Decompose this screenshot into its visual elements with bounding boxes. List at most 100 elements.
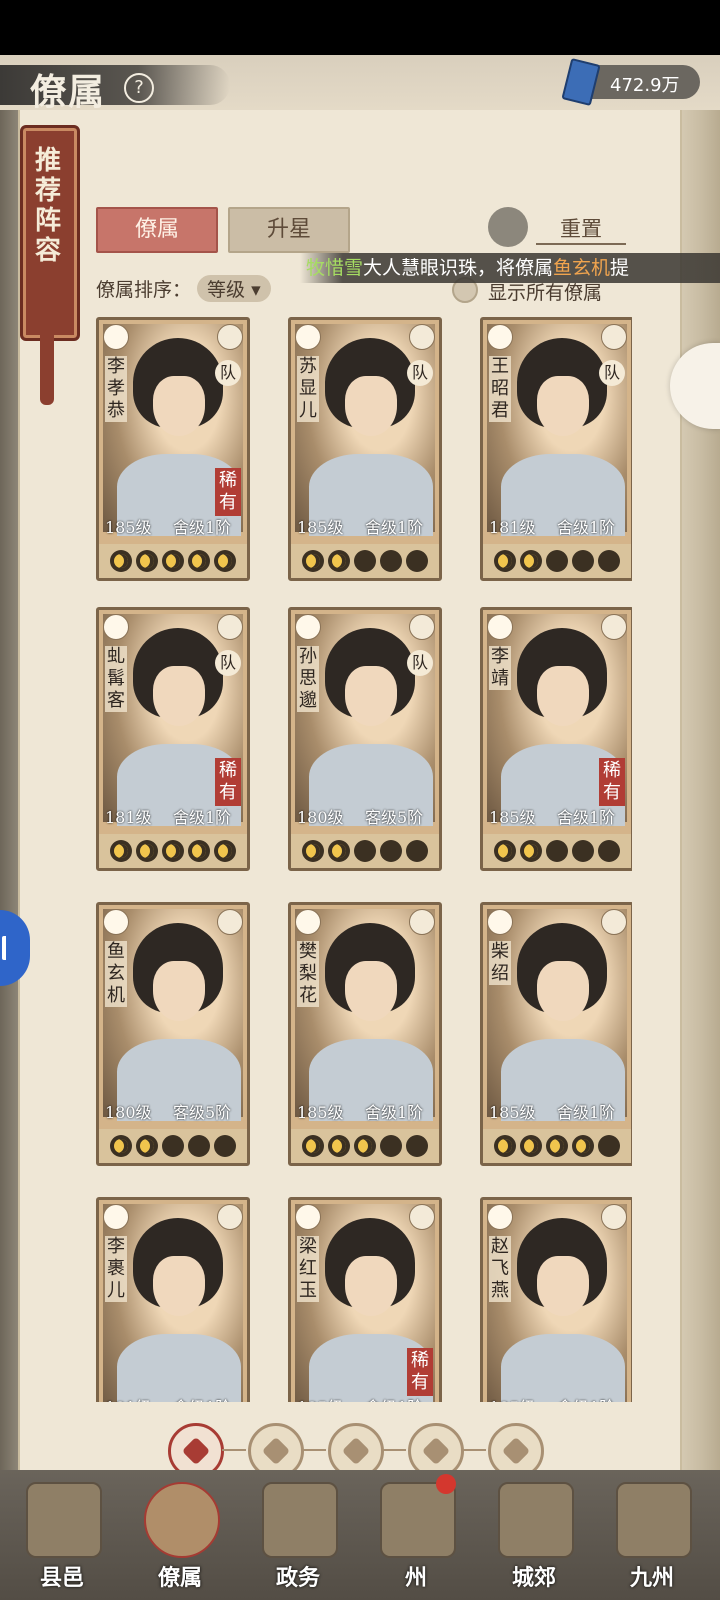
notice-text-end: 提 xyxy=(610,257,630,279)
tassel-decoration xyxy=(40,335,54,405)
moon-star-icon xyxy=(406,1135,428,1157)
nav-item[interactable]: 政务 xyxy=(248,1476,348,1596)
official-level: 185级 xyxy=(489,1394,559,1402)
header-bar: 僚属 ? 472.9万 xyxy=(0,55,720,113)
official-tier: 舍级1阶 xyxy=(173,808,232,827)
sort-label: 僚属排序： xyxy=(96,279,192,301)
attribute-icon xyxy=(409,909,435,935)
faction-icon xyxy=(487,324,513,350)
official-tier: 舍级1阶 xyxy=(557,808,616,827)
sort-value: 等级 xyxy=(207,279,246,301)
nav-item[interactable]: 州 xyxy=(366,1476,466,1596)
official-level: 180级 xyxy=(297,808,344,827)
moon-star-icon xyxy=(110,1135,132,1157)
filter-connector xyxy=(462,1449,486,1451)
notice-banner: 牧惜雪大人慧眼识珠，将僚属鱼玄机提 xyxy=(300,253,720,283)
moon-star-icon xyxy=(328,550,350,572)
attribute-icon xyxy=(601,1204,627,1230)
portrait-robe xyxy=(501,1334,625,1402)
official-card[interactable]: 樊梨花 185级 舍级1阶 xyxy=(288,902,442,1166)
official-name: 赵飞燕 xyxy=(489,1236,511,1302)
official-card[interactable]: 孙思邈 队 180级 客级5阶 xyxy=(288,607,442,871)
official-level: 185级 xyxy=(297,518,344,537)
nav-item[interactable]: 城郊 xyxy=(484,1476,584,1596)
moon-star-icon xyxy=(354,1135,376,1157)
star-row xyxy=(291,544,439,578)
attribute-icon xyxy=(601,909,627,935)
tab-officials[interactable]: 僚属 xyxy=(96,207,218,253)
star-row xyxy=(483,834,631,868)
official-name: 梁红玉 xyxy=(297,1236,319,1302)
official-tier: 舍级1阶 xyxy=(173,1394,243,1402)
portrait-face xyxy=(153,376,205,436)
team-badge: 队 xyxy=(599,360,625,386)
moon-star-icon xyxy=(302,550,324,572)
official-card[interactable]: 梁红玉稀有 185级舍级1阶 xyxy=(288,1197,442,1402)
moon-star-icon xyxy=(572,1135,594,1157)
nav-label: 州 xyxy=(404,1565,427,1591)
attribute-icon xyxy=(217,324,243,350)
official-card[interactable]: 柴绍 185级 舍级1阶 xyxy=(480,902,632,1166)
nav-item[interactable]: 僚属 xyxy=(130,1476,230,1596)
portrait-face xyxy=(345,961,397,1021)
portrait-face xyxy=(345,666,397,726)
tab-star-up[interactable]: 升星 xyxy=(228,207,350,253)
official-name: 李裹儿 xyxy=(105,1236,127,1302)
moon-star-icon xyxy=(380,1135,402,1157)
rare-badge: 稀有 xyxy=(407,1348,433,1396)
official-level: 185级 xyxy=(297,1394,367,1402)
moon-star-icon xyxy=(354,550,376,572)
official-card[interactable]: 李孝恭 队稀有 185级 舍级1阶 xyxy=(96,317,250,581)
star-row xyxy=(291,834,439,868)
moon-star-icon xyxy=(302,1135,324,1157)
official-name: 柴绍 xyxy=(489,941,511,985)
star-row xyxy=(291,1129,439,1163)
moon-star-icon xyxy=(162,1135,184,1157)
portrait-face xyxy=(345,376,397,436)
map-icon xyxy=(616,1482,692,1558)
moon-star-icon xyxy=(328,1135,350,1157)
reset-icon xyxy=(488,207,528,247)
official-card[interactable]: 苏显儿 队 185级 舍级1阶 xyxy=(288,317,442,581)
recommended-lineup-button[interactable]: 推荐阵容 xyxy=(20,125,80,341)
moon-star-icon xyxy=(136,1135,158,1157)
portrait-face xyxy=(153,666,205,726)
official-level: 181级 xyxy=(489,518,536,537)
reset-button[interactable]: 重置 xyxy=(488,207,628,249)
official-level: 185级 xyxy=(489,1103,536,1122)
sort-dropdown[interactable]: 等级 ▾ xyxy=(197,275,271,302)
help-icon[interactable]: ? xyxy=(124,73,154,103)
currency-display[interactable]: 472.9万 xyxy=(561,57,700,107)
faction-icon xyxy=(103,324,129,350)
star-row xyxy=(99,834,247,868)
attribute-icon xyxy=(601,614,627,640)
nav-item[interactable]: 九州 xyxy=(602,1476,702,1596)
faction-icon xyxy=(487,614,513,640)
team-badge: 队 xyxy=(215,360,241,386)
filter-glyph xyxy=(421,1436,451,1466)
portrait-art xyxy=(103,1204,243,1402)
official-card[interactable]: 鱼玄机 180级 客级5阶 xyxy=(96,902,250,1166)
moon-star-icon xyxy=(546,840,568,862)
moon-star-icon xyxy=(520,840,542,862)
official-card[interactable]: 李裹儿 181级舍级1阶 xyxy=(96,1197,250,1402)
sort-control: 僚属排序： 等级 ▾ xyxy=(96,275,271,302)
rare-badge: 稀有 xyxy=(215,468,241,516)
book-currency-icon xyxy=(561,57,601,107)
officials-icon xyxy=(144,1482,220,1558)
moon-star-icon xyxy=(188,550,210,572)
moon-star-icon xyxy=(546,1135,568,1157)
attribute-icon xyxy=(409,1204,435,1230)
official-card[interactable]: 虬髯客 队稀有 181级 舍级1阶 xyxy=(96,607,250,871)
official-name: 鱼玄机 xyxy=(105,941,127,1007)
official-card[interactable]: 赵飞燕 185级舍级1阶 xyxy=(480,1197,632,1402)
nav-item[interactable]: 县邑 xyxy=(12,1476,112,1596)
official-card[interactable]: 王昭君 队 181级 舍级1阶 xyxy=(480,317,632,581)
official-card[interactable]: 李靖 稀有 185级 舍级1阶 xyxy=(480,607,632,871)
portrait-face xyxy=(153,961,205,1021)
nav-label: 县邑 xyxy=(39,1565,84,1591)
official-name: 苏显儿 xyxy=(297,356,319,422)
faction-icon xyxy=(295,614,321,640)
official-level: 185级 xyxy=(105,518,152,537)
nav-label: 九州 xyxy=(629,1565,674,1591)
